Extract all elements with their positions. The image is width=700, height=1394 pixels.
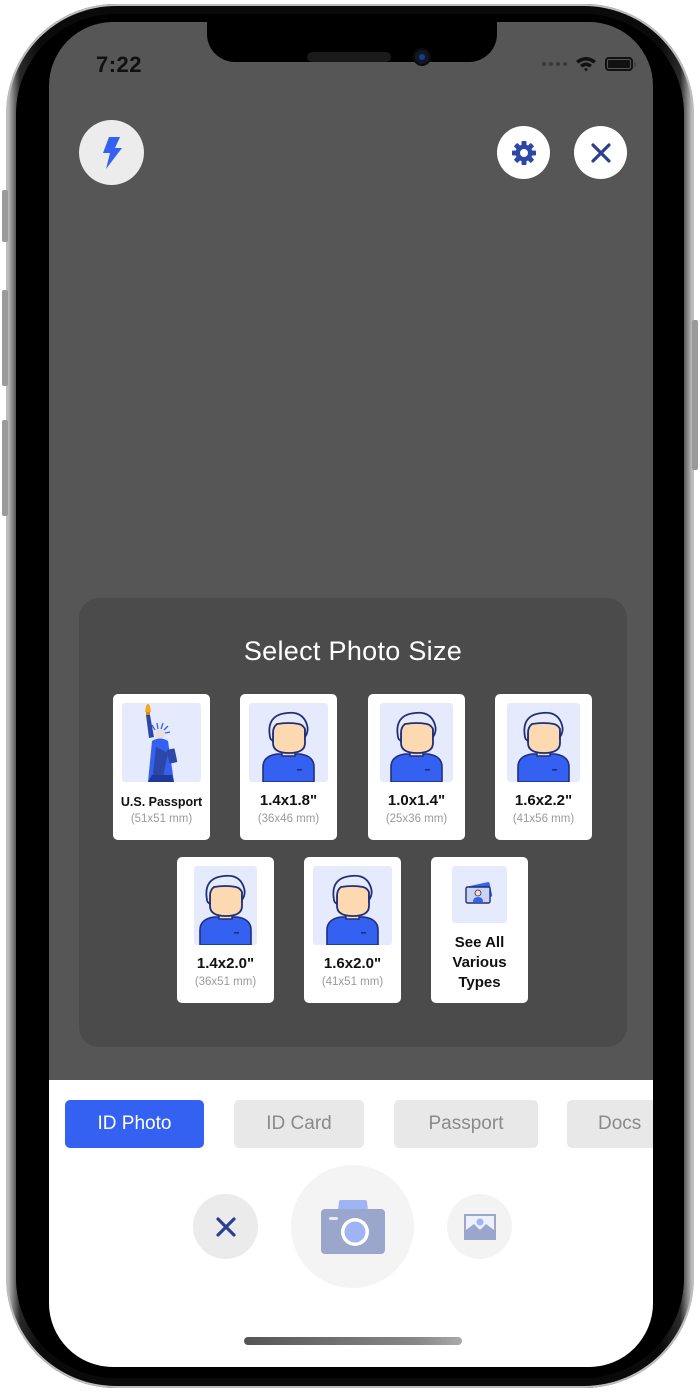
- size-mm: (41x56 mm): [512, 813, 575, 825]
- size-label: 1.6x2.0": [323, 955, 382, 972]
- wifi-icon: [576, 57, 596, 72]
- flash-toggle-button[interactable]: [79, 120, 144, 185]
- size-card-1-4x2-0[interactable]: 1.4x2.0" (36x51 mm): [177, 857, 274, 1003]
- cellular-signal-icon: [542, 62, 567, 66]
- see-all-types-card[interactable]: See All Various Types: [431, 857, 528, 1003]
- size-label: U.S. Passport: [120, 795, 203, 809]
- person-portrait-icon: [326, 874, 379, 945]
- size-card-1-4x1-8[interactable]: 1.4x1.8" (36x46 mm): [240, 694, 337, 840]
- mute-switch: [2, 190, 8, 242]
- tab-id-card[interactable]: ID Card: [234, 1100, 364, 1148]
- thumb: [249, 703, 328, 782]
- size-card-1-6x2-0[interactable]: 1.6x2.0" (41x51 mm): [304, 857, 401, 1003]
- person-portrait-icon: [390, 711, 443, 782]
- gallery-button[interactable]: [447, 1194, 512, 1259]
- close-camera-button[interactable]: [574, 126, 627, 179]
- size-label: 1.0x1.4": [387, 792, 446, 809]
- statue-of-liberty-icon: [145, 704, 178, 782]
- thumb: [452, 866, 507, 923]
- size-mm: (36x46 mm): [257, 813, 320, 825]
- size-mm: (25x36 mm): [385, 813, 448, 825]
- person-portrait-icon: [199, 874, 252, 945]
- size-card-1-6x2-2[interactable]: 1.6x2.2" (41x56 mm): [495, 694, 592, 840]
- shutter-button[interactable]: [291, 1165, 414, 1288]
- settings-button[interactable]: [497, 126, 550, 179]
- close-icon: [215, 1216, 236, 1237]
- panel-title: Select Photo Size: [243, 636, 463, 666]
- photo-size-panel: Select Photo Size U.S. Passport (51x51 m…: [79, 598, 627, 1047]
- thumb: [313, 866, 392, 945]
- flash-icon: [102, 136, 122, 169]
- image-gallery-icon: [463, 1213, 496, 1240]
- status-time: 7:22: [96, 52, 143, 77]
- size-mm: (51x51 mm): [130, 813, 193, 825]
- thumb: [122, 703, 201, 782]
- volume-down-button: [2, 420, 8, 516]
- thumb: [194, 866, 257, 945]
- gear-icon: [511, 140, 536, 165]
- size-mm: (36x51 mm): [194, 976, 257, 988]
- cancel-button[interactable]: [193, 1194, 258, 1259]
- status-icons: [542, 56, 636, 72]
- person-portrait-icon: [517, 711, 570, 782]
- see-all-label: See All Various Types: [452, 934, 507, 991]
- speaker: [307, 52, 391, 62]
- volume-up-button: [2, 290, 8, 386]
- camera-icon: [320, 1199, 385, 1254]
- size-label: 1.6x2.2": [514, 792, 573, 809]
- size-card-1-0x1-4[interactable]: 1.0x1.4" (25x36 mm): [368, 694, 465, 840]
- bottom-controls: ID Photo ID Card Passport Docs: [49, 1080, 653, 1367]
- tab-id-photo[interactable]: ID Photo: [65, 1100, 204, 1148]
- size-label: 1.4x1.8": [259, 792, 318, 809]
- home-indicator[interactable]: [244, 1337, 462, 1345]
- id-cards-icon: [465, 882, 493, 904]
- person-portrait-icon: [262, 711, 315, 782]
- tab-docs[interactable]: Docs: [567, 1100, 653, 1148]
- notch: [207, 22, 497, 64]
- power-button: [692, 320, 698, 470]
- battery-icon: [605, 57, 636, 71]
- thumb: [380, 703, 453, 782]
- size-mm: (41x51 mm): [321, 976, 384, 988]
- thumb: [507, 703, 580, 782]
- front-camera: [415, 50, 429, 64]
- size-label: 1.4x2.0": [196, 955, 255, 972]
- mode-tabs: ID Photo ID Card Passport Docs: [65, 1100, 653, 1150]
- tab-passport[interactable]: Passport: [394, 1100, 538, 1148]
- size-card-us-passport[interactable]: U.S. Passport (51x51 mm): [113, 694, 210, 840]
- camera-screen: 7:22 Select Photo Size U.S. Passport (51…: [49, 22, 653, 1367]
- close-icon: [590, 142, 611, 163]
